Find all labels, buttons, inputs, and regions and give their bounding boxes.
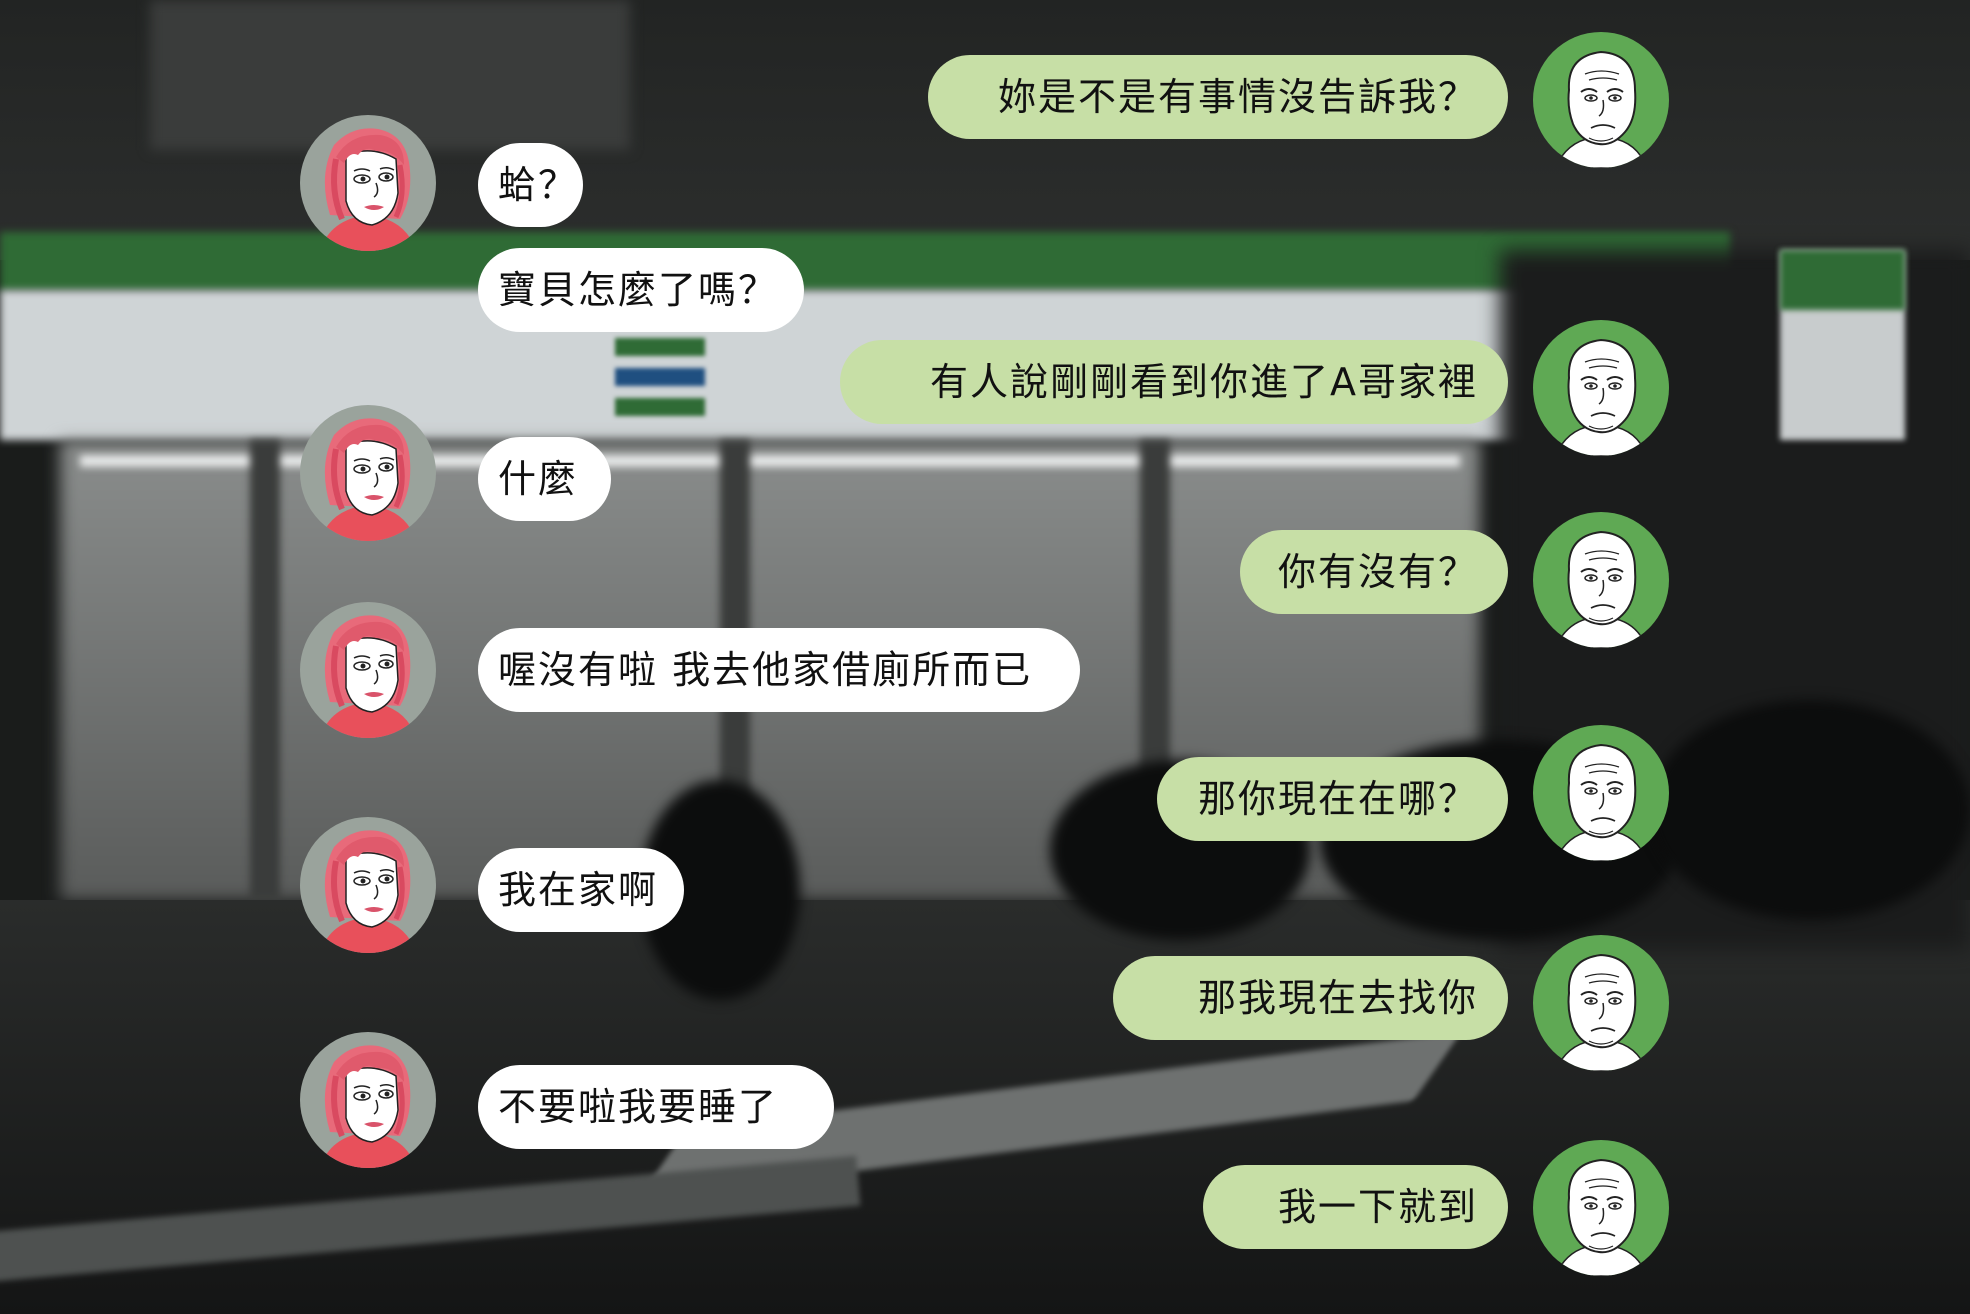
wojak-avatar-icon [1533,512,1669,648]
girl-message-bubble: 寶貝怎麼了嗎？ [478,248,804,332]
guy-avatar [1533,320,1669,456]
pink-haired-girl-avatar-icon [300,405,436,541]
wojak-avatar-icon [1533,32,1669,168]
wojak-avatar-icon [1533,935,1669,1071]
guy-message-bubble: 妳是不是有事情沒告訴我？ [928,55,1508,139]
wojak-avatar-icon [1533,1140,1669,1276]
guy-message-bubble: 你有沒有？ [1240,530,1508,614]
guy-avatar [1533,935,1669,1071]
girl-message-bubble: 喔沒有啦 我去他家借廁所而已 [478,628,1080,712]
guy-avatar [1533,725,1669,861]
girl-avatar [300,405,436,541]
guy-avatar [1533,512,1669,648]
girl-message-bubble: 蛤？ [478,143,583,227]
pink-haired-girl-avatar-icon [300,1032,436,1168]
guy-message-bubble: 有人說剛剛看到你進了A哥家裡 [840,340,1508,424]
pink-haired-girl-avatar-icon [300,817,436,953]
girl-avatar [300,1032,436,1168]
girl-message-bubble: 我在家啊 [478,848,684,932]
guy-avatar [1533,1140,1669,1276]
girl-avatar [300,817,436,953]
guy-avatar [1533,32,1669,168]
guy-message-bubble: 那你現在在哪？ [1157,757,1508,841]
pink-haired-girl-avatar-icon [300,602,436,738]
girl-avatar [300,602,436,738]
girl-message-bubble: 什麼 [478,437,611,521]
girl-avatar [300,115,436,251]
pink-haired-girl-avatar-icon [300,115,436,251]
guy-message-bubble: 那我現在去找你 [1113,956,1508,1040]
chat-conversation: 妳是不是有事情沒告訴我？ 蛤？ 寶貝怎麼了嗎？ 有人說剛剛看到你進了A哥家裡 什… [0,0,1970,1314]
wojak-avatar-icon [1533,725,1669,861]
wojak-avatar-icon [1533,320,1669,456]
guy-message-bubble: 我一下就到 [1203,1165,1508,1249]
girl-message-bubble: 不要啦我要睡了 [478,1065,834,1149]
